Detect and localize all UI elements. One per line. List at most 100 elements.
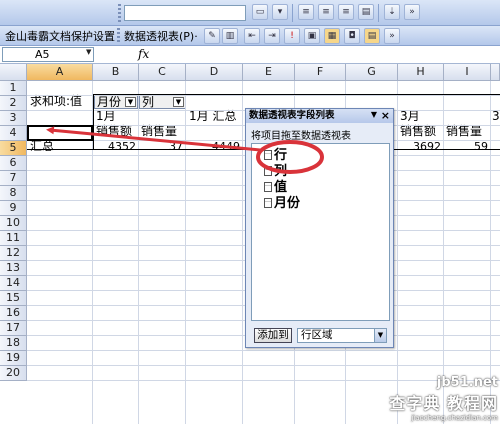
row-header-9[interactable]: 9	[0, 201, 27, 216]
chevron-down-icon[interactable]: ▼	[371, 110, 377, 119]
toolbar-grip[interactable]	[118, 4, 121, 22]
toolbar-grip[interactable]	[117, 28, 120, 44]
grid-row-line	[27, 350, 500, 351]
field-list-icon[interactable]: ▦	[324, 28, 340, 44]
cell-b6[interactable]: 4352	[93, 139, 139, 154]
row-header-18[interactable]: 18	[0, 336, 27, 351]
row-header-10[interactable]: 10	[0, 216, 27, 231]
row-header-5[interactable]: 5	[0, 141, 27, 156]
chevron-down-icon[interactable]: ▼	[374, 329, 386, 342]
row-header-11[interactable]: 11	[0, 231, 27, 246]
chevron-down-icon[interactable]: ▼	[173, 97, 184, 107]
cell-b5[interactable]: 销售额	[96, 124, 132, 139]
pivot-field-column[interactable]: 列 ▼	[139, 95, 186, 109]
pivot-border	[93, 94, 500, 95]
cell-h4[interactable]: 3月	[400, 109, 420, 124]
grid-row-line	[27, 365, 500, 366]
column-header-d[interactable]: D	[186, 64, 243, 81]
grid-column-line	[443, 81, 444, 424]
cell-h5[interactable]: 销售额	[400, 124, 436, 139]
active-cell-outline	[27, 125, 93, 141]
row-header-16[interactable]: 16	[0, 306, 27, 321]
field-settings-icon[interactable]: ▣	[304, 28, 320, 44]
field-item-value[interactable]: 值	[264, 180, 287, 196]
chevron-down-icon[interactable]: ▼	[86, 48, 91, 56]
overflow-chevron-icon[interactable]: »	[404, 4, 420, 20]
cell-d6[interactable]: 4449	[186, 139, 243, 154]
cell-c5[interactable]: 销售量	[141, 124, 177, 139]
merge-icon[interactable]: ▤	[358, 4, 374, 20]
row-header-20[interactable]: 20	[0, 366, 27, 381]
panel-hint: 将项目拖至数据透视表	[251, 131, 351, 142]
grid-row-line	[27, 95, 500, 96]
cell-b4[interactable]: 1月	[96, 109, 116, 124]
sort-icon[interactable]: ⇣	[384, 4, 400, 20]
pivot-toolbar: 金山毒霸文档保护设置 数据透视表(P)· ✎ ▥ ⇤ ⇥ ! ▣ ▦ ◘ ▤ »	[0, 26, 500, 46]
cell-j4[interactable]: 3	[492, 109, 500, 124]
row-header-7[interactable]: 7	[0, 171, 27, 186]
column-header-f[interactable]: F	[295, 64, 346, 81]
row-header-14[interactable]: 14	[0, 276, 27, 291]
name-box[interactable]: A5	[2, 47, 94, 62]
refresh-data-icon[interactable]: !	[284, 28, 300, 44]
select-all-corner[interactable]	[0, 64, 27, 81]
cell-d4[interactable]: 1月 汇总	[189, 109, 236, 124]
column-header-h[interactable]: H	[398, 64, 444, 81]
hide-detail-icon[interactable]: ⇤	[244, 28, 260, 44]
row-header-6[interactable]: 6	[0, 156, 27, 171]
align-center-icon[interactable]: ≡	[318, 4, 334, 20]
close-icon[interactable]: ×	[381, 109, 390, 122]
grid-column-line	[185, 81, 186, 424]
column-header-a[interactable]: A	[27, 64, 93, 81]
chevron-down-icon[interactable]: ▼	[125, 97, 136, 107]
area-select[interactable]: 行区域 ▼	[297, 328, 387, 343]
column-header-j[interactable]	[491, 64, 500, 81]
cell-i6[interactable]: 59	[444, 139, 491, 154]
row-header-19[interactable]: 19	[0, 351, 27, 366]
pivot-border	[93, 94, 94, 149]
cell-a6[interactable]: 汇总	[30, 139, 54, 154]
show-detail-icon[interactable]: ⇥	[264, 28, 280, 44]
cell-a3[interactable]: 求和项:值	[30, 94, 82, 109]
row-header-13[interactable]: 13	[0, 261, 27, 276]
field-icon	[264, 166, 272, 176]
jinshan-protect-button[interactable]: 金山毒霸文档保护设置	[2, 29, 118, 44]
table-options-icon[interactable]: ◘	[344, 28, 360, 44]
column-header-i[interactable]: I	[444, 64, 491, 81]
column-header-g[interactable]: G	[346, 64, 398, 81]
row-header-8[interactable]: 8	[0, 186, 27, 201]
row-header-12[interactable]: 12	[0, 246, 27, 261]
currency-icon[interactable]: ▭	[252, 4, 268, 20]
fill-color-icon[interactable]: ▾	[272, 4, 288, 20]
pivot-field-month[interactable]: 月份 ▼	[94, 95, 138, 109]
function-icon[interactable]: fx	[138, 47, 149, 61]
column-header-e[interactable]: E	[243, 64, 295, 81]
cell-h6[interactable]: 3692	[398, 139, 444, 154]
align-left-icon[interactable]: ≡	[298, 4, 314, 20]
field-icon	[264, 198, 272, 208]
align-right-icon[interactable]: ≡	[338, 4, 354, 20]
format-report-icon[interactable]: ✎	[204, 28, 220, 44]
cell-i5[interactable]: 销售量	[446, 124, 482, 139]
column-header-b[interactable]: B	[93, 64, 139, 81]
row-header-3[interactable]: 3	[0, 111, 27, 126]
field-list[interactable]: 行 列 值 月份	[251, 143, 390, 321]
pivot-table-menu[interactable]: 数据透视表(P)·	[124, 29, 198, 44]
field-item-column[interactable]: 列	[264, 164, 287, 180]
separator	[378, 4, 379, 22]
row-header-17[interactable]: 17	[0, 321, 27, 336]
overflow-chevron-icon[interactable]: »	[384, 28, 400, 44]
show-field-list-icon[interactable]: ▤	[364, 28, 380, 44]
field-item-row[interactable]: 行	[264, 148, 287, 164]
row-header-4[interactable]: 4	[0, 126, 27, 141]
grid-column-line	[490, 81, 491, 424]
row-header-1[interactable]: 1	[0, 81, 27, 96]
column-header-c[interactable]: C	[139, 64, 186, 81]
pivot-chart-icon[interactable]: ▥	[222, 28, 238, 44]
font-combo[interactable]	[124, 5, 246, 21]
add-to-button[interactable]: 添加到	[254, 328, 292, 343]
cell-c6[interactable]: 37	[139, 139, 186, 154]
row-header-2[interactable]: 2	[0, 96, 27, 111]
field-item-month[interactable]: 月份	[264, 196, 300, 212]
row-header-15[interactable]: 15	[0, 291, 27, 306]
